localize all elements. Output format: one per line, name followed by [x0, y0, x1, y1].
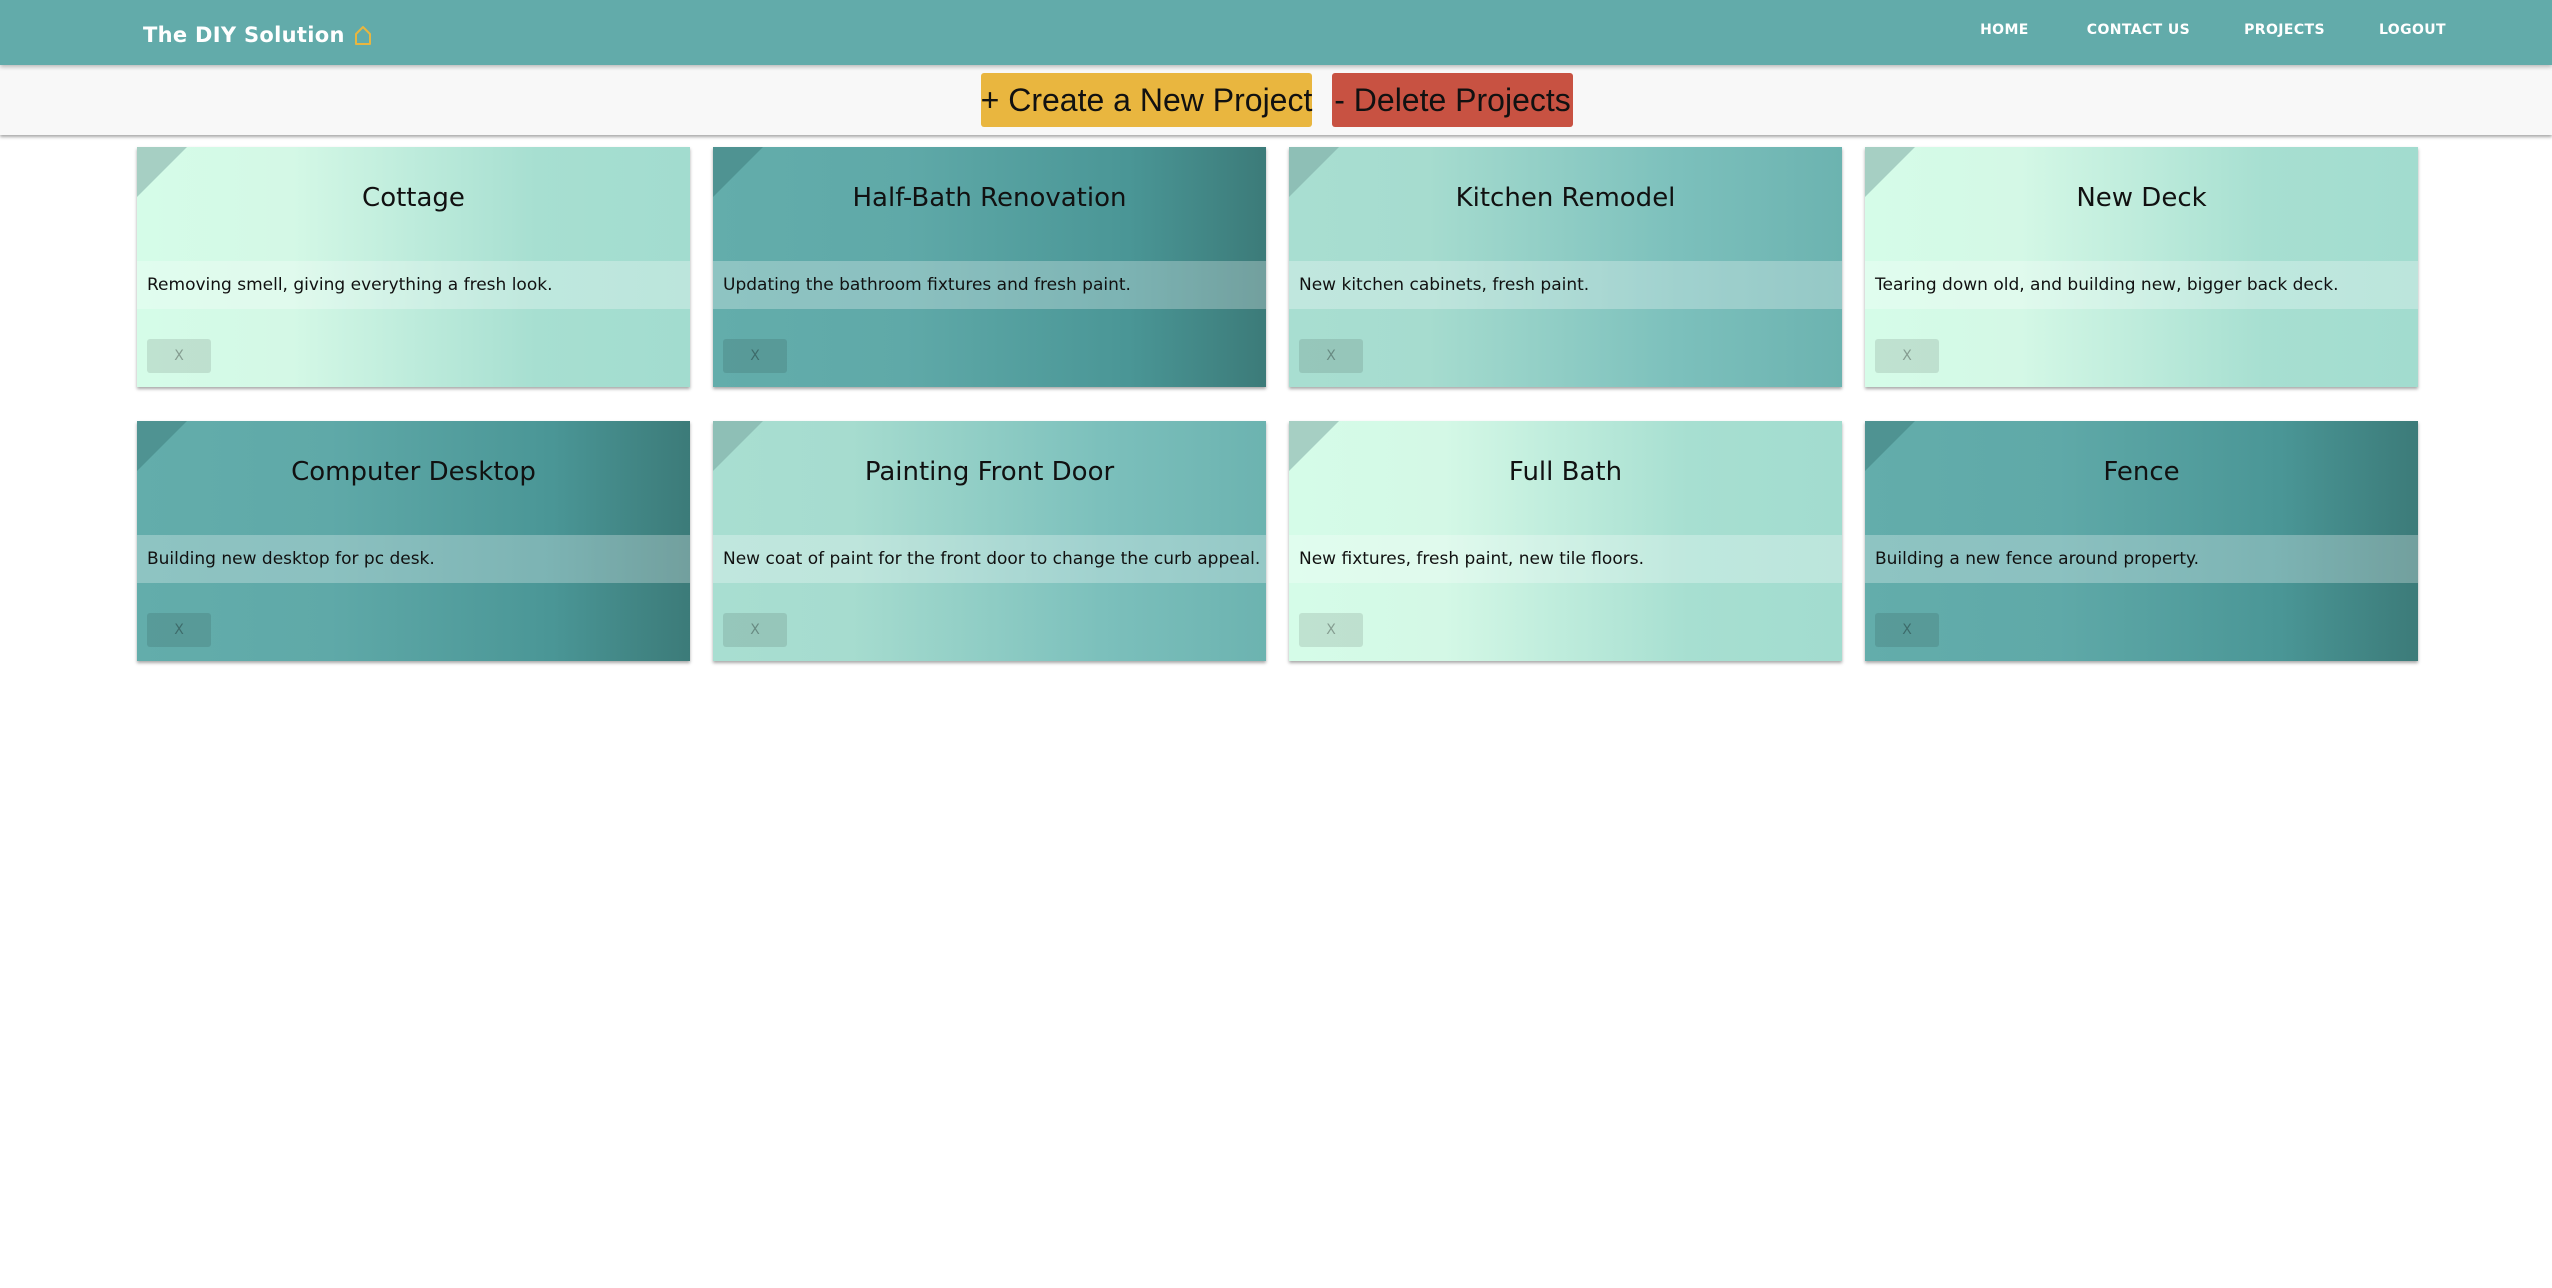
- remove-project-button[interactable]: X: [723, 339, 787, 373]
- project-card[interactable]: New Deck Tearing down old, and building n…: [1865, 147, 2418, 387]
- nav-link-projects[interactable]: PROJECTS: [2244, 22, 2325, 38]
- top-navbar: The DIY Solution HOME CONTACT US PROJECT…: [0, 0, 2552, 65]
- remove-project-button[interactable]: X: [147, 339, 211, 373]
- project-title: Computer Desktop: [291, 457, 536, 487]
- brand-title: The DIY Solution: [143, 23, 345, 47]
- project-title: Fence: [2103, 457, 2180, 487]
- project-description: Building new desktop for pc desk.: [137, 535, 690, 583]
- remove-project-button[interactable]: X: [1875, 339, 1939, 373]
- remove-project-button[interactable]: X: [147, 613, 211, 647]
- project-card[interactable]: Full Bath New fixtures, fresh paint, new …: [1289, 421, 1842, 661]
- delete-projects-button[interactable]: - Delete Projects: [1332, 73, 1573, 127]
- project-card[interactable]: Computer Desktop Building new desktop for…: [137, 421, 690, 661]
- remove-project-button[interactable]: X: [1299, 613, 1363, 647]
- project-description: New kitchen cabinets, fresh paint.: [1289, 261, 1842, 309]
- project-title: Half-Bath Renovation: [852, 183, 1127, 213]
- project-description: Updating the bathroom fixtures and fresh…: [713, 261, 1266, 309]
- project-description: Removing smell, giving everything a fres…: [137, 261, 690, 309]
- nav-link-contact-us[interactable]: CONTACT US: [2087, 22, 2190, 38]
- project-description: Building a new fence around property.: [1865, 535, 2418, 583]
- remove-project-button[interactable]: X: [1299, 339, 1363, 373]
- project-card[interactable]: Painting Front Door New coat of paint for…: [713, 421, 1266, 661]
- project-description: New fixtures, fresh paint, new tile floo…: [1289, 535, 1842, 583]
- project-card[interactable]: Half-Bath Renovation Updating the bathroo…: [713, 147, 1266, 387]
- nav-link-logout[interactable]: LOGOUT: [2379, 22, 2446, 38]
- project-description: Tearing down old, and building new, bigg…: [1865, 261, 2418, 309]
- project-title: Painting Front Door: [864, 457, 1115, 487]
- project-card[interactable]: Cottage Removing smell, giving everything…: [137, 147, 690, 387]
- project-title: New Deck: [2076, 183, 2207, 213]
- nav-links: HOME CONTACT US PROJECTS LOGOUT: [1980, 22, 2446, 38]
- home-icon: [354, 26, 371, 45]
- action-bar: + Create a New Project - Delete Projects: [0, 65, 2552, 135]
- remove-project-button[interactable]: X: [723, 613, 787, 647]
- project-title: Kitchen Remodel: [1455, 183, 1676, 213]
- project-description: New coat of paint for the front door to …: [713, 535, 1266, 583]
- create-project-button[interactable]: + Create a New Project: [981, 73, 1312, 127]
- brand[interactable]: The DIY Solution: [143, 20, 373, 50]
- project-title: Cottage: [362, 183, 465, 213]
- project-card[interactable]: Fence Building a new fence around propert…: [1865, 421, 2418, 661]
- project-title: Full Bath: [1508, 457, 1623, 487]
- project-card[interactable]: Kitchen Remodel New kitchen cabinets, fre…: [1289, 147, 1842, 387]
- remove-project-button[interactable]: X: [1875, 613, 1939, 647]
- nav-link-home[interactable]: HOME: [1980, 22, 2029, 38]
